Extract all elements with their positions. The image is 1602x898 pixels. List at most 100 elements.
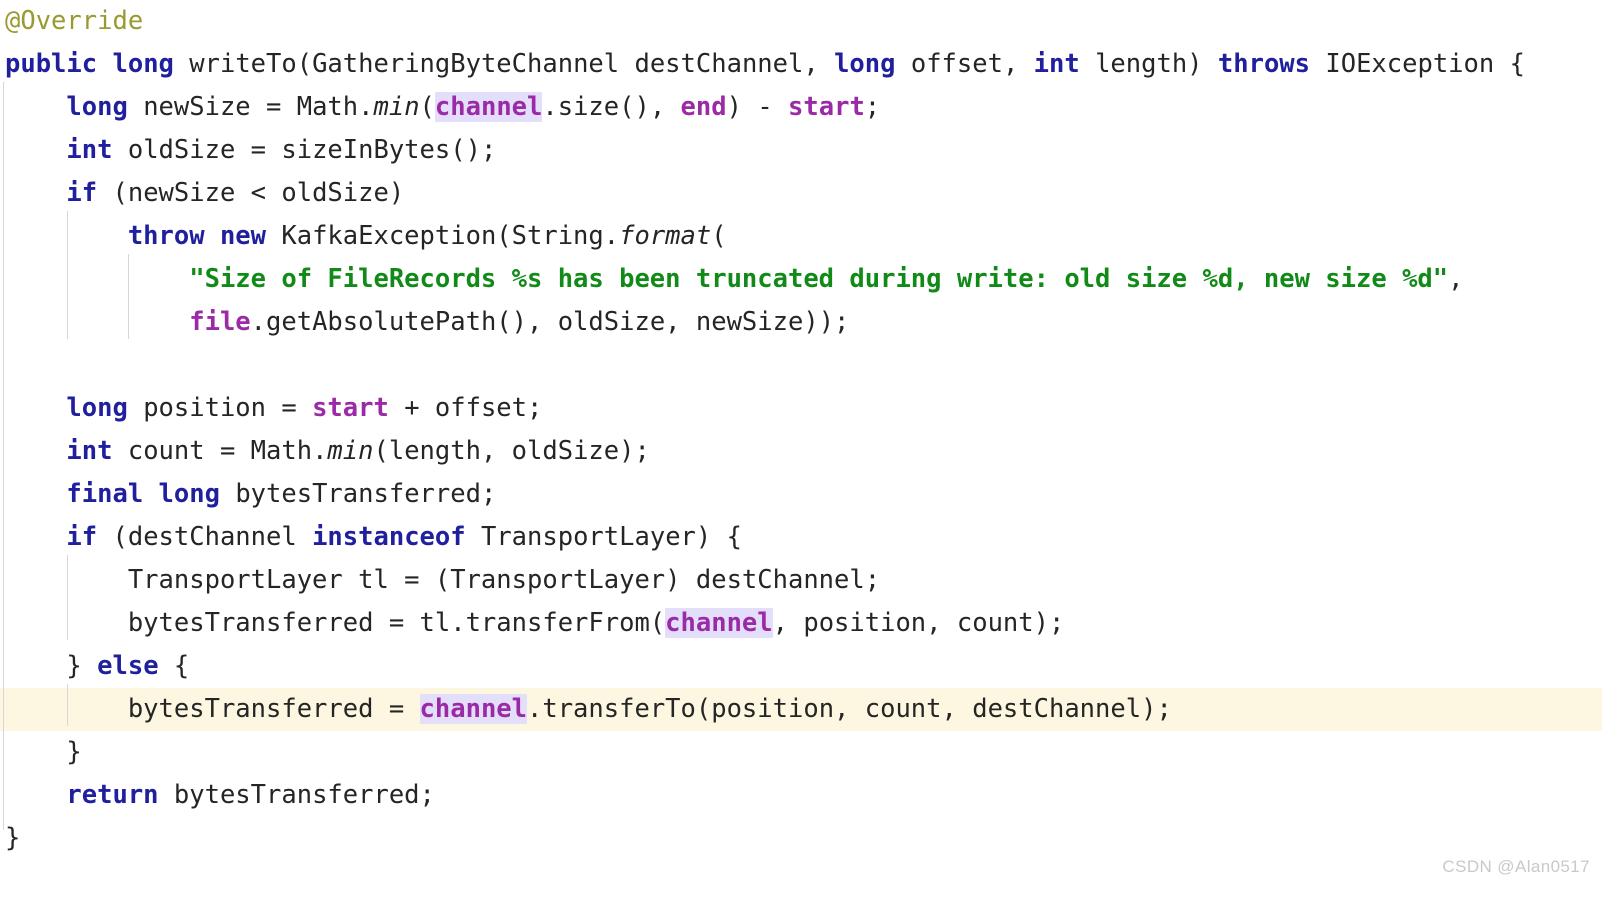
code-line[interactable]: public long writeTo(GatheringByteChannel… xyxy=(0,43,1602,86)
code-token-plain: position = xyxy=(127,393,313,423)
code-token-plain: (destChannel xyxy=(97,522,313,552)
indent-guide xyxy=(128,254,129,339)
code-token-plain: .size(), xyxy=(542,92,681,122)
code-token-plain: (length, oldSize); xyxy=(373,436,650,466)
code-token-plain: bytesTransferred; xyxy=(219,479,497,509)
code-line[interactable]: throw new KafkaException(String.format( xyxy=(0,215,1602,258)
code-line[interactable]: } else { xyxy=(0,645,1602,688)
code-line[interactable]: if (destChannel instanceof TransportLaye… xyxy=(0,516,1602,559)
code-line[interactable]: file.getAbsolutePath(), oldSize, newSize… xyxy=(0,301,1602,344)
code-token-anno: @Override xyxy=(5,6,144,36)
code-line[interactable]: if (newSize < oldSize) xyxy=(0,172,1602,215)
highlighted-symbol: channel xyxy=(665,608,773,638)
code-token-field: file xyxy=(189,307,251,337)
code-token-plain: } xyxy=(66,737,82,767)
code-editor[interactable]: @Override public long writeTo(GatheringBy… xyxy=(0,0,1602,898)
code-token-kw: else xyxy=(97,651,159,681)
code-token-kw: instanceof xyxy=(312,522,466,552)
code-line[interactable]: TransportLayer tl = (TransportLayer) des… xyxy=(0,559,1602,602)
code-token-plain: ; xyxy=(864,92,881,122)
code-line[interactable]: final long bytesTransferred; xyxy=(0,473,1602,516)
code-token-plain: oldSize = sizeInBytes(); xyxy=(112,135,497,165)
code-line-text: return bytesTransferred; xyxy=(0,774,434,817)
indent-guide xyxy=(67,555,68,640)
code-line-text: int count = Math.min(length, oldSize); xyxy=(0,430,650,473)
code-token-plain: KafkaException(String. xyxy=(266,221,620,251)
code-token-kw: if xyxy=(66,178,98,208)
code-token-kw: new xyxy=(219,221,267,251)
code-line[interactable]: long newSize = Math.min(channel.size(), … xyxy=(0,86,1602,129)
code-line[interactable]: } xyxy=(0,731,1602,774)
code-token-kw: return xyxy=(66,780,159,810)
code-token-plain: bytesTransferred = xyxy=(127,694,420,724)
highlighted-symbol: channel xyxy=(434,92,543,122)
code-token-kw: final xyxy=(66,479,144,509)
code-line[interactable]: } xyxy=(0,817,1602,860)
code-line[interactable]: return bytesTransferred; xyxy=(0,774,1602,817)
code-token-plain: } xyxy=(5,823,21,853)
indent-guide xyxy=(67,211,68,339)
code-line[interactable]: "Size of FileRecords %s has been truncat… xyxy=(0,258,1602,301)
code-line-text: throw new KafkaException(String.format( xyxy=(0,215,727,258)
code-line-text: TransportLayer tl = (TransportLayer) des… xyxy=(0,559,880,602)
code-token-kw: throws xyxy=(1217,49,1311,79)
code-line[interactable]: bytesTransferred = tl.transferFrom(chann… xyxy=(0,602,1602,645)
code-line-text: } xyxy=(0,731,82,774)
code-token-plain: TransportLayer tl = (TransportLayer) des… xyxy=(127,565,881,595)
code-token-kw: if xyxy=(66,522,98,552)
code-token-field: end xyxy=(680,92,727,122)
code-token-plain: , xyxy=(1448,264,1464,294)
code-token-static: min xyxy=(327,436,374,466)
code-token-kw: long xyxy=(112,49,174,79)
code-line-text: if (newSize < oldSize) xyxy=(0,172,404,215)
code-token-kw: long xyxy=(66,393,128,423)
code-line-text: if (destChannel instanceof TransportLaye… xyxy=(0,516,742,559)
code-token-field: start xyxy=(312,393,389,423)
code-line[interactable]: bytesTransferred = channel.transferTo(po… xyxy=(0,688,1602,731)
code-token-plain: length) xyxy=(1079,49,1218,79)
code-token-plain: .getAbsolutePath(), oldSize, newSize)); xyxy=(250,307,850,337)
csdn-watermark: CSDN @Alan0517 xyxy=(1442,857,1590,876)
code-line[interactable]: @Override xyxy=(0,0,1602,43)
code-token-kw: public xyxy=(5,49,98,79)
code-token-plain: } xyxy=(66,651,98,681)
code-line-text: @Override xyxy=(0,0,143,43)
code-line-text: final long bytesTransferred; xyxy=(0,473,496,516)
code-line[interactable] xyxy=(0,344,1602,387)
code-line-text: bytesTransferred = channel.transferTo(po… xyxy=(0,688,1172,731)
code-token-kw: long xyxy=(834,49,896,79)
code-token-kw: long xyxy=(66,92,128,122)
code-token-plain: count = Math. xyxy=(112,436,328,466)
code-token-plain: IOException { xyxy=(1310,49,1525,79)
code-token-plain: newSize = Math. xyxy=(127,92,374,122)
code-token-plain: bytesTransferred = tl.transferFrom( xyxy=(127,608,666,638)
code-line[interactable]: long position = start + offset; xyxy=(0,387,1602,430)
code-token-kw: throw xyxy=(127,221,205,251)
code-line-text: long newSize = Math.min(channel.size(), … xyxy=(0,86,880,129)
code-token-plain: ) - xyxy=(726,92,789,122)
code-token-plain: writeTo(GatheringByteChannel destChannel… xyxy=(173,49,835,79)
code-token-plain: , position, count); xyxy=(772,608,1065,638)
code-line-text: public long writeTo(GatheringByteChannel… xyxy=(0,43,1525,86)
code-line[interactable]: int count = Math.min(length, oldSize); xyxy=(0,430,1602,473)
code-token-str: "Size of FileRecords %s has been truncat… xyxy=(189,264,1449,294)
code-lines-container[interactable]: @Override public long writeTo(GatheringBy… xyxy=(0,0,1602,898)
code-token-kw: int xyxy=(66,436,113,466)
code-token-plain: + offset; xyxy=(388,393,543,423)
code-token-plain: offset, xyxy=(895,49,1034,79)
code-token-plain: ( xyxy=(419,92,435,122)
highlighted-symbol: channel xyxy=(419,694,527,724)
code-line[interactable]: int oldSize = sizeInBytes(); xyxy=(0,129,1602,172)
indent-guide xyxy=(67,684,68,726)
